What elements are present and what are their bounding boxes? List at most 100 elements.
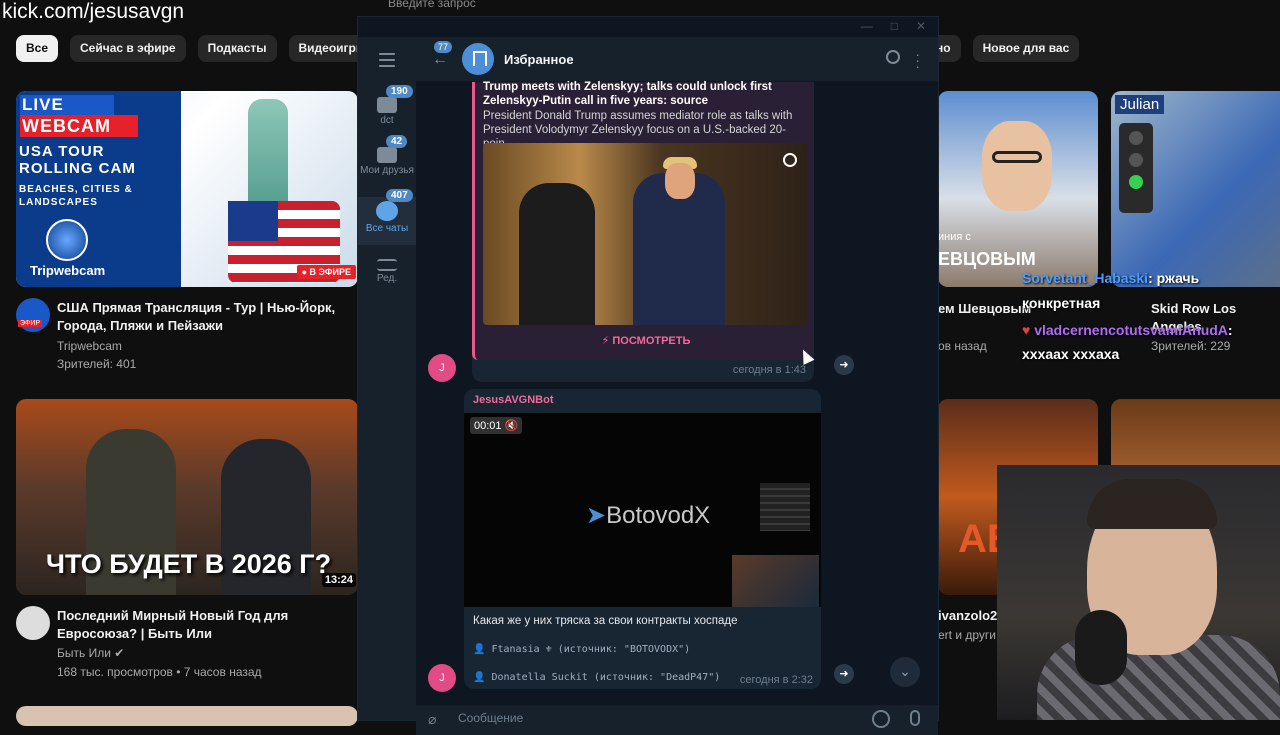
category-chips: Все Сейчас в эфире Подкасты Видеоигры [16,35,377,62]
folder-label: dct [380,115,394,126]
video-player[interactable]: 00:01 🔇 ➤BotovodX [464,413,821,607]
muted-icon[interactable]: 🔇 [505,420,519,432]
video-logo: ➤BotovodX [586,501,710,530]
chip-live[interactable]: Сейчас в эфире [70,35,186,62]
microphone-shape [1075,610,1127,685]
person-face [665,163,695,199]
emoji-icon[interactable] [872,710,890,728]
stream-chat-line: хххаах хххаха [1022,346,1120,362]
preview-photo[interactable] [483,143,807,325]
sliders-icon [377,259,397,271]
chats-icon [376,201,398,221]
forward-icon[interactable]: ➜ [834,355,854,375]
chat-title[interactable]: Избранное [504,52,574,67]
live-badge: ● В ЭФИРЕ [296,265,356,279]
thumbnail-caption: иния с [938,231,971,243]
stream-chat-line: Sorvetant_Habaski: ржачь [1022,270,1199,286]
glasses-shape [992,151,1042,163]
thumbnail-brand: Tripwebcam [30,263,106,278]
video-title[interactable]: Последний Мирный Новый Год для Евросоюза… [57,607,347,643]
sender-avatar[interactable]: J [428,664,456,692]
unread-badge: 190 [386,85,413,98]
unread-badge: 42 [386,135,408,148]
scroll-down-button[interactable]: ⌄ [890,657,920,687]
sender-name[interactable]: JesusAVGNBot [473,394,553,406]
video-thumbnail-partial[interactable] [16,706,358,726]
message-time: сегодня в 2:32 [739,674,813,686]
zoom-icon[interactable] [783,153,797,167]
more-icon[interactable]: · · · [915,47,920,73]
microphone-icon[interactable] [910,710,920,726]
video-meta: ert и други [938,628,996,642]
video-thumbnail-2026[interactable]: ЧТО БУДЕТ В 2026 Г? 13:24 [16,399,358,595]
chip-partial[interactable]: но [936,35,961,62]
message-bubble: Trump meets with Zelenskyy; talks could … [472,81,817,382]
back-arrow-icon[interactable]: ← [432,51,448,69]
channel-avatar-tripwebcam[interactable]: ЭФИР [16,298,50,332]
chip-new-for-you[interactable]: Новое для вас [972,35,1080,62]
video-thumbnail-usa-tour[interactable]: LIVE WEBCAM USA TOUR ROLLING CAM BEACHES… [16,91,358,287]
folder-friends[interactable]: 42 Мои друзья [358,135,416,191]
kick-url-overlay: kick.com/jesusavgn [2,0,185,23]
video-title[interactable]: ем Шевцовым [938,300,1031,318]
channel-name[interactable]: Tripwebcam [57,339,122,353]
folder-label: Все чаты [365,223,409,234]
close-button[interactable]: ✕ [916,19,926,33]
video-chat-overlay [760,483,810,531]
chat-username: Sorvetant_Habaski [1022,270,1149,286]
telegram-icon: ➤ [586,502,607,529]
thumbnail-line1: USA TOUR ROLLING CAM [19,143,136,177]
sender-avatar[interactable]: J [428,354,456,382]
view-button[interactable]: ⚡ ПОСМОТРЕТЬ [475,334,817,347]
message-text: Какая же у них тряска за свои контракты … [473,615,738,627]
folder-label: Мои друзья [360,165,414,176]
search-icon[interactable] [886,50,900,64]
video-title[interactable]: ivanzolo2 [938,607,997,625]
viewer-count: Зрителей: 401 [57,357,137,371]
video-meta: 168 тыс. просмотров • 7 часов назад [57,665,262,679]
forward-icon[interactable]: ➜ [834,664,854,684]
message-time: сегодня в 1:43 [732,364,806,376]
message-input[interactable]: Сообщение [458,711,523,725]
message-bubble: JesusAVGNBot 00:01 🔇 ➤BotovodX Какая же … [464,389,821,689]
channel-name[interactable]: Быть Или ✔ [57,646,124,660]
verified-icon: ✔ [114,646,125,660]
chat-username: vladcernencotutsvamiAnudA [1034,322,1228,338]
chat-message: : ржачь [1148,270,1200,286]
avatar-live-label: ЭФИР [18,320,43,327]
source-line: 👤 Donatella Suckit (источник: "DeadP47") [473,672,721,683]
folder-label: Ред. [376,273,398,284]
thumbnail-webcam-label: WEBCAM [20,115,138,137]
chat-bubble-icon [377,147,397,163]
chip-podcasts[interactable]: Подкасты [197,35,277,62]
video-timestamp: 00:01 🔇 [470,417,523,434]
folder-edit[interactable]: Ред. [358,255,416,303]
streamer-webcam [997,465,1280,720]
channel-avatar-byt-ili[interactable] [16,606,50,640]
preview-title: Trump meets with Zelenskyy; talks could … [483,81,772,107]
link-preview[interactable]: Trump meets with Zelenskyy; talks could … [472,81,817,360]
thumbnail-headline: ЧТО БУДЕТ В 2026 Г? [46,549,332,579]
video-thumbnail-partial-right[interactable] [1111,399,1280,465]
traffic-light-icon [1119,123,1153,213]
video-thumbnail-shevtsov[interactable]: иния с ЕВЦОВЫМ [938,91,1098,287]
video-meta: ов назад [938,339,987,353]
chip-all[interactable]: Все [16,35,59,62]
person-face [982,121,1052,211]
window-controls: — □ ✕ [861,19,926,33]
video-title[interactable]: США Прямая Трансляция - Тур | Нью-Йорк, … [57,299,347,335]
video-thumbnail-skid-row[interactable]: Julian [1111,91,1280,287]
search-input[interactable]: Введите запрос [388,0,476,10]
video-logo-text: BotovodX [606,502,711,529]
thumbnail-line2: BEACHES, CITIES & LANDSCAPES [19,184,133,208]
message-composer: ⌀ Сообщение [416,705,938,735]
source-line: 👤 Ftanasia ⚜ (источник: "BOTOVODX") [473,644,691,655]
menu-icon[interactable] [379,53,395,71]
folder-all-chats[interactable]: 407 Все чаты [358,189,416,245]
maximize-button[interactable]: □ [891,19,898,33]
street-sign: Julian [1115,95,1165,114]
browser-search-bar[interactable]: Введите запрос [376,0,856,17]
minimize-button[interactable]: — [861,19,873,33]
folder-dct[interactable]: 190 dct [358,85,416,141]
folder-sidebar: 190 dct 42 Мои друзья 407 Все чаты Ред. [358,37,416,720]
